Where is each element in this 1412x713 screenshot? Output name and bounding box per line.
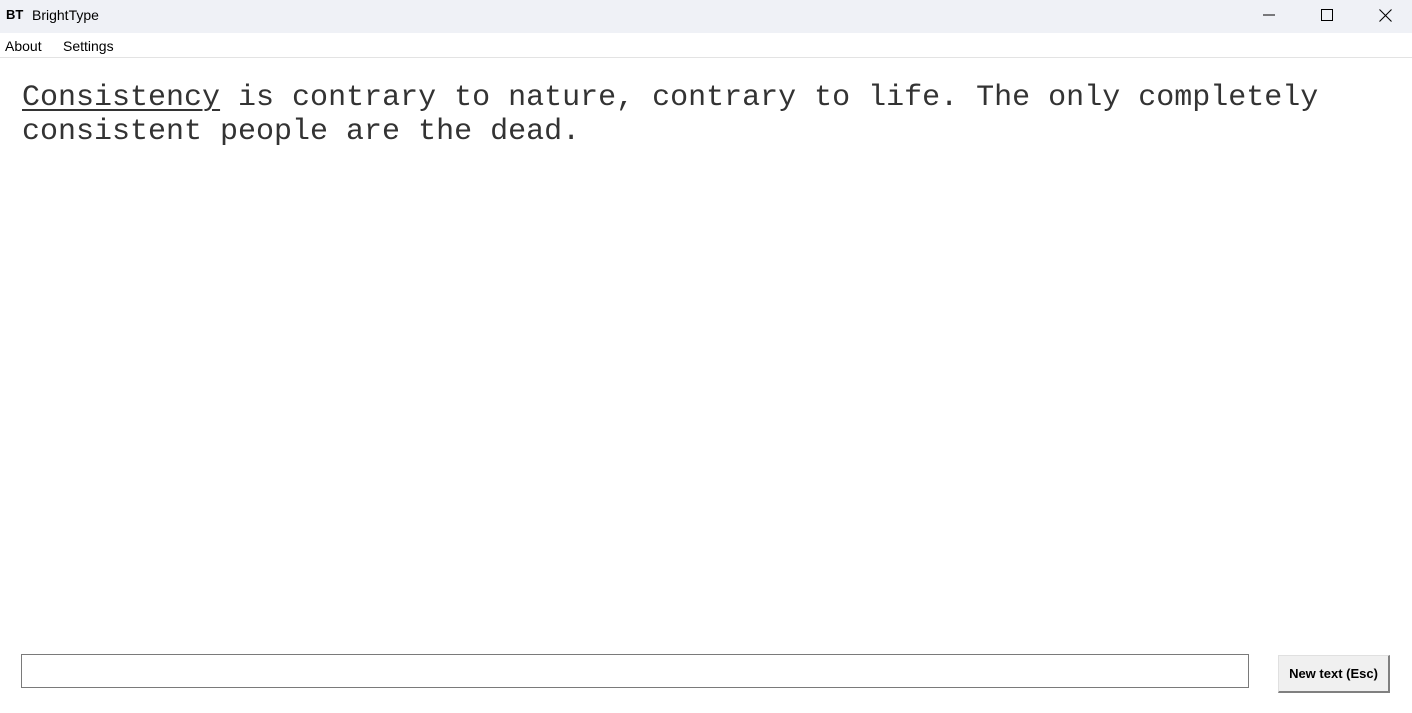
app-logo-icon: BT xyxy=(6,7,24,22)
menu-settings[interactable]: Settings xyxy=(63,38,114,54)
menu-bar: About Settings xyxy=(0,33,1412,58)
maximize-button[interactable] xyxy=(1299,0,1355,30)
title-bar[interactable]: BT BrightType xyxy=(0,0,1412,33)
close-button[interactable] xyxy=(1357,0,1412,30)
app-window: BT BrightType About Settings Consistency… xyxy=(0,0,1412,713)
window-title: BrightType xyxy=(32,7,99,23)
close-icon xyxy=(1378,8,1392,22)
minimize-button[interactable] xyxy=(1241,0,1297,30)
new-text-button[interactable]: New text (Esc) xyxy=(1278,655,1390,693)
minimize-icon xyxy=(1263,14,1275,16)
current-word: Consistency xyxy=(22,81,221,115)
menu-about[interactable]: About xyxy=(5,38,42,54)
maximize-icon xyxy=(1321,9,1333,21)
typing-input[interactable] xyxy=(21,654,1249,688)
typing-text: Consistency is contrary to nature, contr… xyxy=(22,81,1382,149)
